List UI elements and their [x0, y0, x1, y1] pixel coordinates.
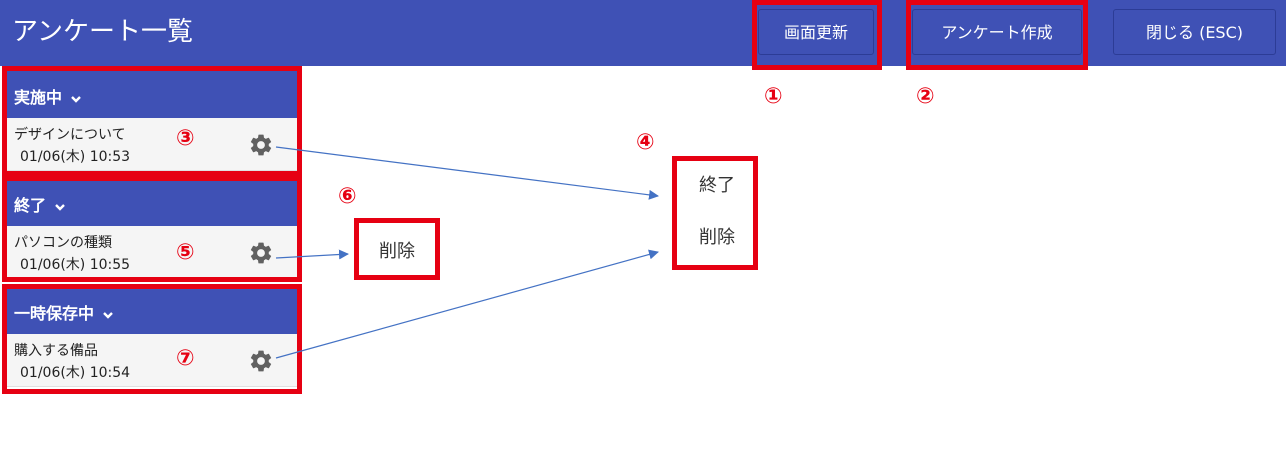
highlight-menu-closed [354, 218, 440, 280]
callout-7: ⑦ [176, 346, 195, 371]
highlight-refresh [752, 0, 882, 70]
highlight-section-active [2, 66, 302, 176]
arrow-line [275, 146, 659, 200]
highlight-create [906, 0, 1088, 70]
close-button[interactable]: 閉じる (ESC) [1113, 9, 1276, 55]
callout-4: ④ [636, 130, 655, 155]
highlight-section-draft [2, 284, 302, 394]
arrow-line [275, 249, 659, 359]
highlight-section-ended [2, 176, 302, 282]
callout-1: ① [764, 84, 783, 109]
highlight-menu-active [672, 156, 758, 270]
callout-3: ③ [176, 126, 195, 151]
app-header: アンケート一覧 画面更新 アンケート作成 閉じる (ESC) [0, 0, 1286, 66]
callout-5: ⑤ [176, 240, 195, 265]
callout-6: ⑥ [338, 184, 357, 209]
page-title: アンケート一覧 [12, 17, 193, 47]
callout-2: ② [916, 84, 935, 109]
